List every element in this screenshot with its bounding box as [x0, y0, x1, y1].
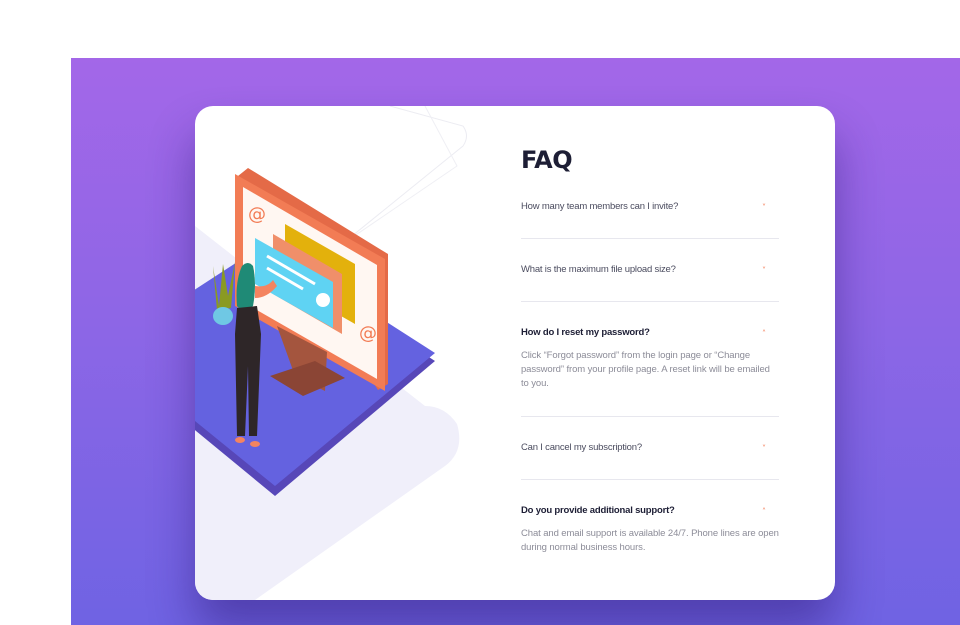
- faq-question-row[interactable]: Can I cancel my subscription? ˅: [521, 442, 779, 454]
- chevron-down-icon[interactable]: ˅: [762, 266, 766, 275]
- woman-at-computer-illustration: @ @ @: [195, 168, 435, 496]
- woman-foot-right: [250, 441, 260, 447]
- faq-question-row[interactable]: Do you provide additional support? ˄: [521, 505, 779, 517]
- faq-answer: Chat and email support is available 24/7…: [521, 528, 779, 553]
- plant-pot: [213, 307, 233, 325]
- at-symbol-top: @: [248, 204, 266, 225]
- faq-item[interactable]: Do you provide additional support? ˄ Cha…: [521, 505, 779, 580]
- faq-title: FAQ: [521, 146, 573, 174]
- faq-item[interactable]: How many team members can I invite? ˅: [521, 201, 779, 239]
- faq-panel: FAQ How many team members can I invite? …: [521, 146, 779, 605]
- faq-card: @ @ @ FAQ How many team members can I in…: [195, 106, 835, 600]
- at-symbol-bottom: @: [359, 323, 377, 344]
- faq-item[interactable]: How do I reset my password? ˄ Click “For…: [521, 327, 779, 417]
- chevron-up-icon[interactable]: ˄: [762, 329, 766, 338]
- chevron-down-icon[interactable]: ˅: [762, 444, 766, 453]
- chevron-up-icon[interactable]: ˄: [762, 507, 766, 516]
- faq-question[interactable]: Can I cancel my subscription?: [521, 442, 642, 454]
- faq-question-row[interactable]: What is the maximum file upload size? ˅: [521, 264, 779, 276]
- woman-torso: [235, 306, 261, 334]
- faq-question[interactable]: How many team members can I invite?: [521, 201, 678, 213]
- faq-question-row[interactable]: How many team members can I invite? ˅: [521, 201, 779, 213]
- faq-answer: Click “Forgot password” from the login p…: [521, 350, 770, 389]
- faq-item[interactable]: What is the maximum file upload size? ˅: [521, 264, 779, 302]
- faq-item[interactable]: Can I cancel my subscription? ˅: [521, 442, 779, 480]
- faq-question[interactable]: How do I reset my password?: [521, 327, 650, 339]
- chevron-down-icon[interactable]: ˅: [762, 203, 766, 212]
- faq-question[interactable]: What is the maximum file upload size?: [521, 264, 676, 276]
- faq-question[interactable]: Do you provide additional support?: [521, 505, 675, 517]
- cyan-card-dot: [316, 293, 330, 307]
- faq-question-row[interactable]: How do I reset my password? ˄: [521, 327, 779, 339]
- woman-foot-left: [235, 437, 245, 443]
